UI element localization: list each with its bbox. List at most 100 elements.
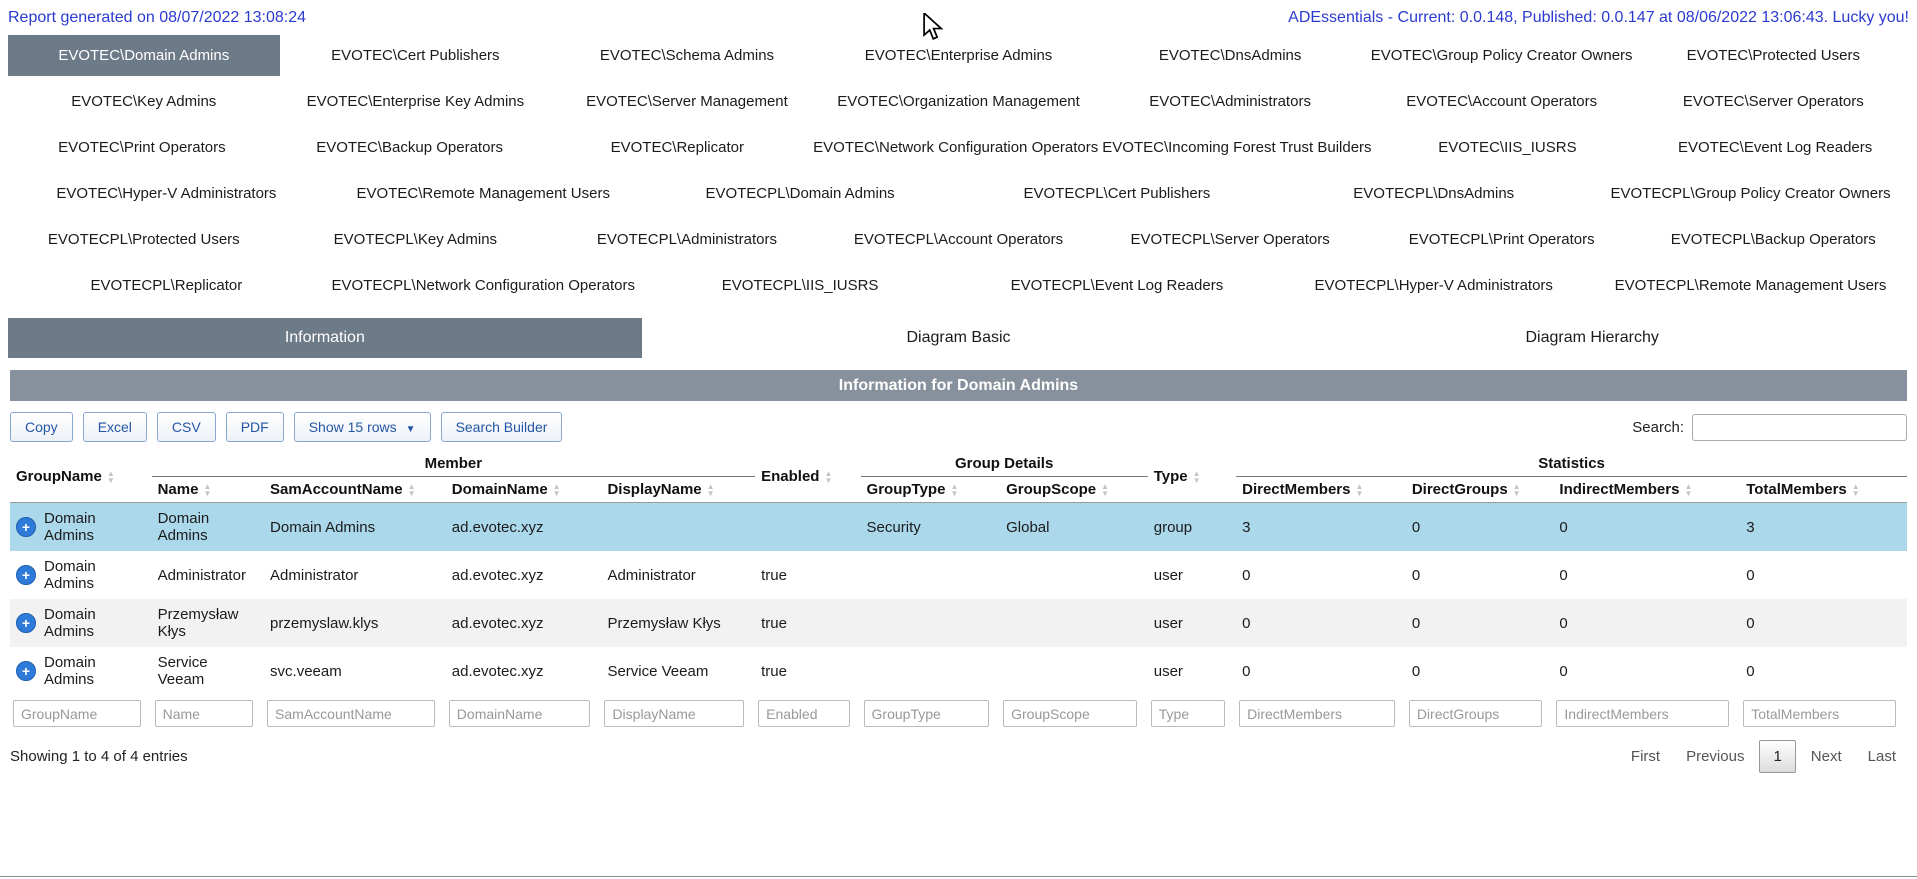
expand-row-button[interactable]: + <box>16 613 36 633</box>
column-header-domainname[interactable]: DomainName▲▼ <box>446 477 602 503</box>
group-tab-evotecpl-administrators[interactable]: EVOTECPL\Administrators <box>551 219 823 260</box>
group-tab-evotec-administrators[interactable]: EVOTEC\Administrators <box>1094 81 1366 122</box>
group-tab-evotecpl-backup-operators[interactable]: EVOTECPL\Backup Operators <box>1637 219 1909 260</box>
group-tab-evotecpl-event-log-readers[interactable]: EVOTECPL\Event Log Readers <box>958 265 1275 306</box>
filter-input-groupname[interactable] <box>13 700 141 727</box>
pagination-previous[interactable]: Previous <box>1675 740 1755 773</box>
cell-samaccountname: przemyslaw.klys <box>264 599 446 647</box>
table-info: Showing 1 to 4 of 4 entries <box>10 748 188 765</box>
group-tab-evotec-print-operators[interactable]: EVOTEC\Print Operators <box>8 127 276 168</box>
pagination-current-page[interactable]: 1 <box>1759 740 1795 773</box>
filter-input-grouptype[interactable] <box>864 700 990 727</box>
filter-input-totalmembers[interactable] <box>1743 700 1896 727</box>
group-tab-evotecpl-dnsadmins[interactable]: EVOTECPL\DnsAdmins <box>1275 173 1592 214</box>
cell-type: user <box>1148 551 1236 599</box>
filter-input-name[interactable] <box>155 700 253 727</box>
pagination-next[interactable]: Next <box>1800 740 1853 773</box>
filter-input-samaccountname[interactable] <box>267 700 435 727</box>
filter-input-indirectmembers[interactable] <box>1556 700 1729 727</box>
table-row[interactable]: +Domain AdminsPrzemysław Kłysprzemyslaw.… <box>10 599 1907 647</box>
table-row[interactable]: +Domain AdminsAdministratorAdministrator… <box>10 551 1907 599</box>
column-header-groupscope[interactable]: GroupScope▲▼ <box>1000 477 1148 503</box>
column-header-totalmembers[interactable]: TotalMembers▲▼ <box>1740 477 1907 503</box>
column-header-directgroups[interactable]: DirectGroups▲▼ <box>1406 477 1554 503</box>
expand-row-button[interactable]: + <box>16 661 36 681</box>
expand-row-button[interactable]: + <box>16 565 36 585</box>
filter-input-enabled[interactable] <box>758 700 849 727</box>
table-row[interactable]: +Domain AdminsDomain AdminsDomain Admins… <box>10 503 1907 552</box>
filter-input-displayname[interactable] <box>604 700 744 727</box>
filter-input-directgroups[interactable] <box>1409 700 1543 727</box>
excel-button[interactable]: Excel <box>83 412 147 442</box>
group-tab-evotecpl-protected-users[interactable]: EVOTECPL\Protected Users <box>8 219 280 260</box>
group-tab-evotec-enterprise-admins[interactable]: EVOTEC\Enterprise Admins <box>823 35 1095 76</box>
view-tab-diagram-basic[interactable]: Diagram Basic <box>642 318 1276 358</box>
show-rows-dropdown[interactable]: Show 15 rows▼ <box>294 412 431 442</box>
column-header-directmembers[interactable]: DirectMembers▲▼ <box>1236 477 1406 503</box>
group-tab-evotec-server-operators[interactable]: EVOTEC\Server Operators <box>1637 81 1909 122</box>
copy-button[interactable]: Copy <box>10 412 73 442</box>
search-builder-button[interactable]: Search Builder <box>441 412 563 442</box>
group-tab-evotec-enterprise-key-admins[interactable]: EVOTEC\Enterprise Key Admins <box>280 81 552 122</box>
group-tab-evotec-replicator[interactable]: EVOTEC\Replicator <box>543 127 811 168</box>
group-tab-evotec-dnsadmins[interactable]: EVOTEC\DnsAdmins <box>1094 35 1366 76</box>
group-tab-evotec-iis-iusrs[interactable]: EVOTEC\IIS_IUSRS <box>1374 127 1642 168</box>
group-tab-evotecpl-iis-iusrs[interactable]: EVOTECPL\IIS_IUSRS <box>642 265 959 306</box>
group-tab-evotecpl-account-operators[interactable]: EVOTECPL\Account Operators <box>823 219 1095 260</box>
column-header-grouptype[interactable]: GroupType▲▼ <box>861 477 1001 503</box>
table-row[interactable]: +Domain AdminsService Veeamsvc.veeamad.e… <box>10 647 1907 695</box>
column-header-enabled[interactable]: Enabled▲▼ <box>755 451 860 503</box>
pagination-first[interactable]: First <box>1620 740 1671 773</box>
view-tab-information[interactable]: Information <box>8 318 642 358</box>
report-page: Report generated on 08/07/2022 13:08:24 … <box>0 0 1917 879</box>
filter-input-type[interactable] <box>1151 700 1225 727</box>
group-tab-evotec-domain-admins[interactable]: EVOTEC\Domain Admins <box>8 35 280 76</box>
search-area: Search: <box>1632 414 1907 441</box>
group-tab-evotecpl-replicator[interactable]: EVOTECPL\Replicator <box>8 265 325 306</box>
group-tab-evotecpl-cert-publishers[interactable]: EVOTECPL\Cert Publishers <box>958 173 1275 214</box>
group-tab-evotec-cert-publishers[interactable]: EVOTEC\Cert Publishers <box>280 35 552 76</box>
filter-input-domainname[interactable] <box>449 700 591 727</box>
group-tab-evotec-schema-admins[interactable]: EVOTEC\Schema Admins <box>551 35 823 76</box>
pagination-last[interactable]: Last <box>1857 740 1907 773</box>
group-tab-evotecpl-server-operators[interactable]: EVOTECPL\Server Operators <box>1094 219 1366 260</box>
group-tab-evotec-event-log-readers[interactable]: EVOTEC\Event Log Readers <box>1641 127 1909 168</box>
group-tab-evotecpl-network-configuration-operators[interactable]: EVOTECPL\Network Configuration Operators <box>325 265 642 306</box>
column-header-groupname[interactable]: GroupName▲▼ <box>10 451 152 503</box>
group-tab-evotec-protected-users[interactable]: EVOTEC\Protected Users <box>1637 35 1909 76</box>
group-tab-evotecpl-key-admins[interactable]: EVOTECPL\Key Admins <box>280 219 552 260</box>
group-tab-evotecpl-remote-management-users[interactable]: EVOTECPL\Remote Management Users <box>1592 265 1909 306</box>
group-tab-evotec-hyper-v-administrators[interactable]: EVOTEC\Hyper-V Administrators <box>8 173 325 214</box>
view-tab-diagram-hierarchy[interactable]: Diagram Hierarchy <box>1275 318 1909 358</box>
group-tab-evotecpl-hyper-v-administrators[interactable]: EVOTECPL\Hyper-V Administrators <box>1275 265 1592 306</box>
filter-input-directmembers[interactable] <box>1239 700 1395 727</box>
cell-displayname: Administrator <box>601 551 755 599</box>
column-header-samaccountname[interactable]: SamAccountName▲▼ <box>264 477 446 503</box>
group-tab-evotecpl-domain-admins[interactable]: EVOTECPL\Domain Admins <box>642 173 959 214</box>
group-tab-evotecpl-group-policy-creator-owners[interactable]: EVOTECPL\Group Policy Creator Owners <box>1592 173 1909 214</box>
group-tab-evotec-account-operators[interactable]: EVOTEC\Account Operators <box>1366 81 1638 122</box>
group-tab-evotec-incoming-forest-trust-builders[interactable]: EVOTEC\Incoming Forest Trust Builders <box>1100 127 1373 168</box>
filter-input-groupscope[interactable] <box>1003 700 1137 727</box>
cell-groupscope: Global <box>1000 503 1148 552</box>
group-tab-evotecpl-print-operators[interactable]: EVOTECPL\Print Operators <box>1366 219 1638 260</box>
column-header-name[interactable]: Name▲▼ <box>152 477 264 503</box>
search-label: Search: <box>1632 419 1684 436</box>
group-tab-evotec-group-policy-creator-owners[interactable]: EVOTEC\Group Policy Creator Owners <box>1366 35 1638 76</box>
group-tab-evotec-key-admins[interactable]: EVOTEC\Key Admins <box>8 81 280 122</box>
cell-displayname <box>601 503 755 552</box>
column-header-displayname[interactable]: DisplayName▲▼ <box>601 477 755 503</box>
column-header-indirectmembers[interactable]: IndirectMembers▲▼ <box>1553 477 1740 503</box>
expand-row-button[interactable]: + <box>16 517 36 537</box>
column-header-type[interactable]: Type▲▼ <box>1148 451 1236 503</box>
column-label: TotalMembers <box>1746 481 1847 498</box>
csv-button[interactable]: CSV <box>157 412 216 442</box>
show-rows-label: Show 15 rows <box>309 419 397 435</box>
pdf-button[interactable]: PDF <box>226 412 284 442</box>
search-input[interactable] <box>1692 414 1907 441</box>
group-tab-evotec-network-configuration-operators[interactable]: EVOTEC\Network Configuration Operators <box>811 127 1100 168</box>
group-tab-evotec-organization-management[interactable]: EVOTEC\Organization Management <box>823 81 1095 122</box>
group-tab-evotec-server-management[interactable]: EVOTEC\Server Management <box>551 81 823 122</box>
group-tab-evotec-backup-operators[interactable]: EVOTEC\Backup Operators <box>276 127 544 168</box>
group-tab-evotec-remote-management-users[interactable]: EVOTEC\Remote Management Users <box>325 173 642 214</box>
